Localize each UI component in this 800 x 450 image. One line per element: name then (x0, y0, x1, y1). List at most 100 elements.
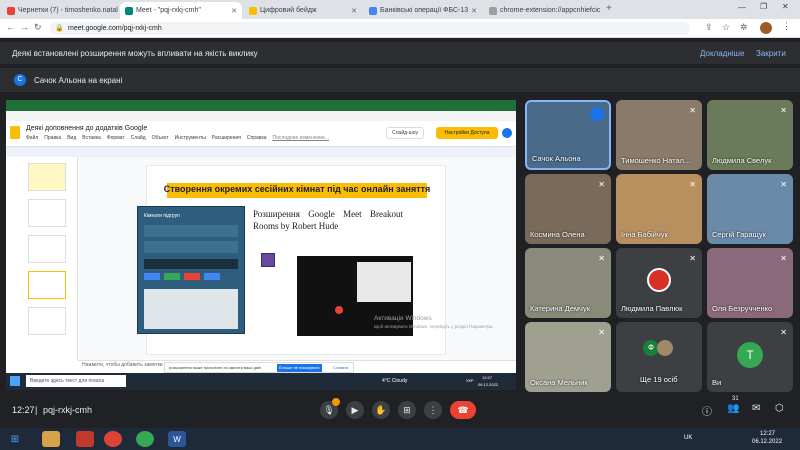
taskbar-date: 06.12.2022 (752, 439, 783, 445)
taskbar-lang: UK (684, 435, 693, 441)
slide-thumbnail[interactable] (28, 307, 66, 335)
address-bar: ← → ↻ 🔒 meet.google.com/pqj-rxkj-cmh ⇪ ☆… (0, 19, 800, 38)
participant-tile[interactable]: ✕ Інна Бабійчук (616, 174, 702, 244)
popup-dont-show-button[interactable]: Більше не показувати (277, 364, 322, 372)
menu-slide[interactable]: Слайд (131, 135, 146, 141)
participant-tile[interactable]: ✕ Оксана Мельник (525, 322, 611, 392)
menu-view[interactable]: Вид (67, 135, 76, 141)
extension-logo-icon (261, 253, 275, 267)
participant-tile[interactable]: ✕ Катерина Демчук (525, 248, 611, 318)
participant-tile[interactable]: ✕ Людмила Павлюк (616, 248, 702, 318)
app-icon[interactable] (76, 431, 94, 447)
word-icon[interactable]: W (168, 431, 186, 447)
slide-thumbnail[interactable] (28, 163, 66, 191)
lock-icon: 🔒 (55, 25, 64, 32)
new-tab-button[interactable]: + (606, 3, 612, 14)
forward-icon[interactable]: → (20, 22, 29, 32)
minimize-button[interactable]: — (738, 3, 746, 12)
slide-thumbnail[interactable] (28, 271, 66, 299)
chrome-icon[interactable] (136, 431, 154, 447)
close-icon[interactable]: ✕ (231, 7, 237, 15)
slide-canvas-area: Створення окремих сесійних кімнат під ча… (78, 157, 516, 360)
inner-lang: УКР (466, 378, 474, 383)
tab-extension[interactable]: chrome-extension://appcnhiefcic ✕ (484, 2, 602, 19)
slideshow-button[interactable]: Слайд-шоу (386, 127, 424, 139)
more-participants-tile[interactable]: Ф Ще 19 осіб (616, 322, 702, 392)
participant-tile[interactable]: ✕ Космина Олена (525, 174, 611, 244)
url-field[interactable]: 🔒 meet.google.com/pqj-rxkj-cmh (50, 22, 690, 35)
maximize-button[interactable]: ❐ (760, 2, 767, 11)
menu-edit[interactable]: Правка (44, 135, 61, 141)
menu-help[interactable]: Справка (247, 135, 267, 141)
raise-hand-button[interactable]: ✋ (372, 401, 390, 419)
meet-icon (125, 6, 133, 15)
back-icon[interactable]: ← (6, 22, 15, 32)
mic-off-icon: ✕ (598, 254, 605, 263)
camera-button[interactable]: ▶ (346, 401, 364, 419)
inner-address-bar (6, 111, 516, 121)
screenshot-breakout-rooms: Кімнати підгруп (137, 206, 245, 334)
menu-file[interactable]: Файл (26, 135, 38, 141)
reload-icon[interactable]: ↻ (34, 22, 42, 33)
people-icon[interactable]: 👥 (727, 403, 739, 414)
self-tile[interactable]: Т ✕ Ви (707, 322, 793, 392)
details-button[interactable]: Докладніше (700, 49, 744, 58)
leave-call-button[interactable]: ☎ (450, 401, 476, 419)
close-warning-button[interactable]: Закрити (756, 49, 786, 58)
last-edit-link[interactable]: Последнее изменение... (273, 135, 329, 141)
close-icon[interactable]: ✕ (351, 7, 357, 15)
extensions-icon[interactable]: ✲ (740, 22, 748, 33)
popup-hide-button[interactable]: Сховати (333, 365, 348, 370)
slide-thumbnail[interactable] (28, 235, 66, 263)
mic-off-icon: ✕ (780, 254, 787, 263)
tab-label: Цифровий бейдж (260, 7, 317, 14)
mic-off-icon: ✕ (689, 254, 696, 263)
share-access-button[interactable]: Настройки Доступа (436, 127, 498, 139)
app-icon[interactable] (42, 431, 60, 447)
participant-tile[interactable]: ✕ Оля Безручченко (707, 248, 793, 318)
chrome-icon[interactable] (104, 431, 122, 447)
popup-screenshot (357, 262, 411, 302)
gmail-icon (7, 6, 15, 15)
meet-control-bar: 12:27 | pqj-rxkj-cmh 🎙 ▶ ✋ ⊞ ⋮ ☎ ⓘ 👥 31 … (0, 395, 800, 425)
close-window-button[interactable]: ✕ (782, 2, 789, 11)
account-avatar[interactable] (502, 128, 512, 138)
menu-icon[interactable]: ⋮ (782, 21, 791, 32)
chat-icon[interactable]: ✉ (752, 403, 760, 414)
slides-icon (249, 6, 257, 15)
more-options-button[interactable]: ⋮ (424, 401, 442, 419)
tab-meet[interactable]: Meet - "pqj-rxkj-cmh" ✕ (120, 2, 242, 19)
mic-off-icon: ✕ (780, 328, 787, 337)
star-icon[interactable]: ☆ (722, 22, 730, 33)
menu-object[interactable]: Объект (152, 135, 169, 141)
menu-extensions[interactable]: Расширения (212, 135, 241, 141)
tab-drafts[interactable]: Чернетки (7) - timoshenko.natal ✕ (2, 2, 120, 19)
share-icon[interactable]: ⇪ (705, 22, 713, 33)
activities-icon[interactable]: ⬡ (775, 403, 784, 414)
slide-thumbnail[interactable] (28, 199, 66, 227)
present-button[interactable]: ⊞ (398, 401, 416, 419)
participant-tile[interactable]: ✕ Людмила Свелук (707, 100, 793, 170)
menu-tools[interactable]: Инструменты (175, 135, 206, 141)
participant-tile[interactable]: ✕ Тимошенко Натал... (616, 100, 702, 170)
profile-avatar[interactable] (760, 22, 772, 34)
participant-tile[interactable]: ✕ Сергій Гаращук (707, 174, 793, 244)
presenter-avatar: С (14, 74, 26, 86)
info-icon[interactable]: ⓘ (702, 403, 712, 418)
shared-screen: Деякі доповнення до додатків Google Файл… (6, 100, 516, 390)
extension-icon (489, 6, 497, 15)
windows-start-icon[interactable]: ⊞ (6, 431, 24, 447)
inner-taskbar: Введите здесь текст для поиска 4°C Cloud… (6, 373, 516, 390)
close-icon[interactable]: ✕ (471, 7, 477, 15)
participant-tile[interactable]: Сачок Альона (525, 100, 611, 170)
menu-insert[interactable]: Вставка (82, 135, 101, 141)
tab-bank[interactable]: Банківські операції ФБС-13 ✕ (364, 2, 482, 19)
menu-format[interactable]: Формат (107, 135, 125, 141)
mic-off-icon: ✕ (689, 180, 696, 189)
popup-text: розширення може прочитати та змінити ваш… (169, 365, 262, 370)
tab-badge[interactable]: Цифровий бейдж ✕ (244, 2, 362, 19)
people-count: 31 (732, 396, 739, 402)
slides-logo-icon (10, 126, 20, 139)
panel-title: Кімнати підгруп (144, 213, 180, 219)
speaking-icon (590, 107, 604, 121)
